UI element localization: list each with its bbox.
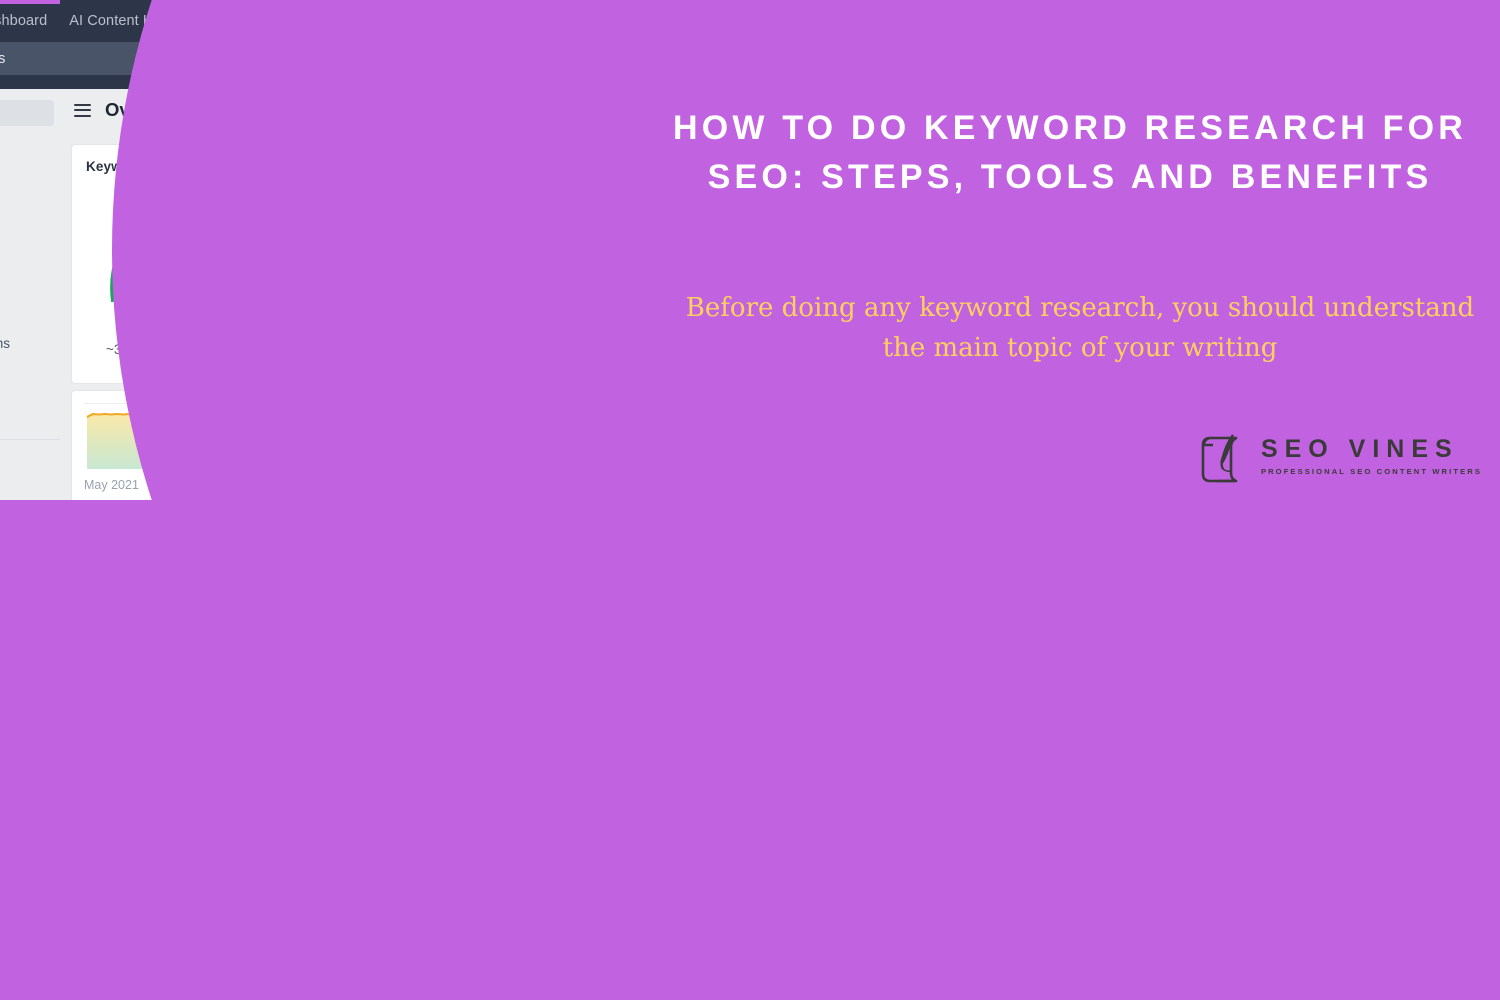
- scroll-and-quill-icon: [1193, 425, 1255, 487]
- seo-vines-logo[interactable]: SEO VINES PROFESSIONAL SEO CONTENT WRITE…: [1193, 424, 1482, 488]
- rail-clipped-label: ms: [0, 336, 10, 351]
- logo-tagline: PROFESSIONAL SEO CONTENT WRITERS: [1260, 466, 1482, 476]
- purple-corner-sliver: [0, 0, 60, 4]
- logo-text-block: SEO VINES PROFESSIONAL SEO CONTENT WRITE…: [1260, 434, 1482, 476]
- promo-title: How to do keyword research for SEO: step…: [672, 109, 1468, 197]
- logo-name: SEO VINES: [1260, 434, 1459, 463]
- nav-item-dashboard[interactable]: ashboard: [0, 13, 47, 29]
- rail-pill[interactable]: [0, 100, 54, 126]
- promo-subtitle: Before doing any keyword research, you s…: [685, 293, 1475, 364]
- kd-history-axis-start: May 2021: [84, 478, 139, 492]
- hamburger-menu-icon[interactable]: [74, 103, 91, 117]
- left-rail: ms: [0, 89, 60, 500]
- promo-panel: How to do keyword research for SEO: step…: [640, 0, 1500, 500]
- rail-divider: [0, 439, 60, 440]
- secondary-nav-label: ds: [0, 50, 6, 67]
